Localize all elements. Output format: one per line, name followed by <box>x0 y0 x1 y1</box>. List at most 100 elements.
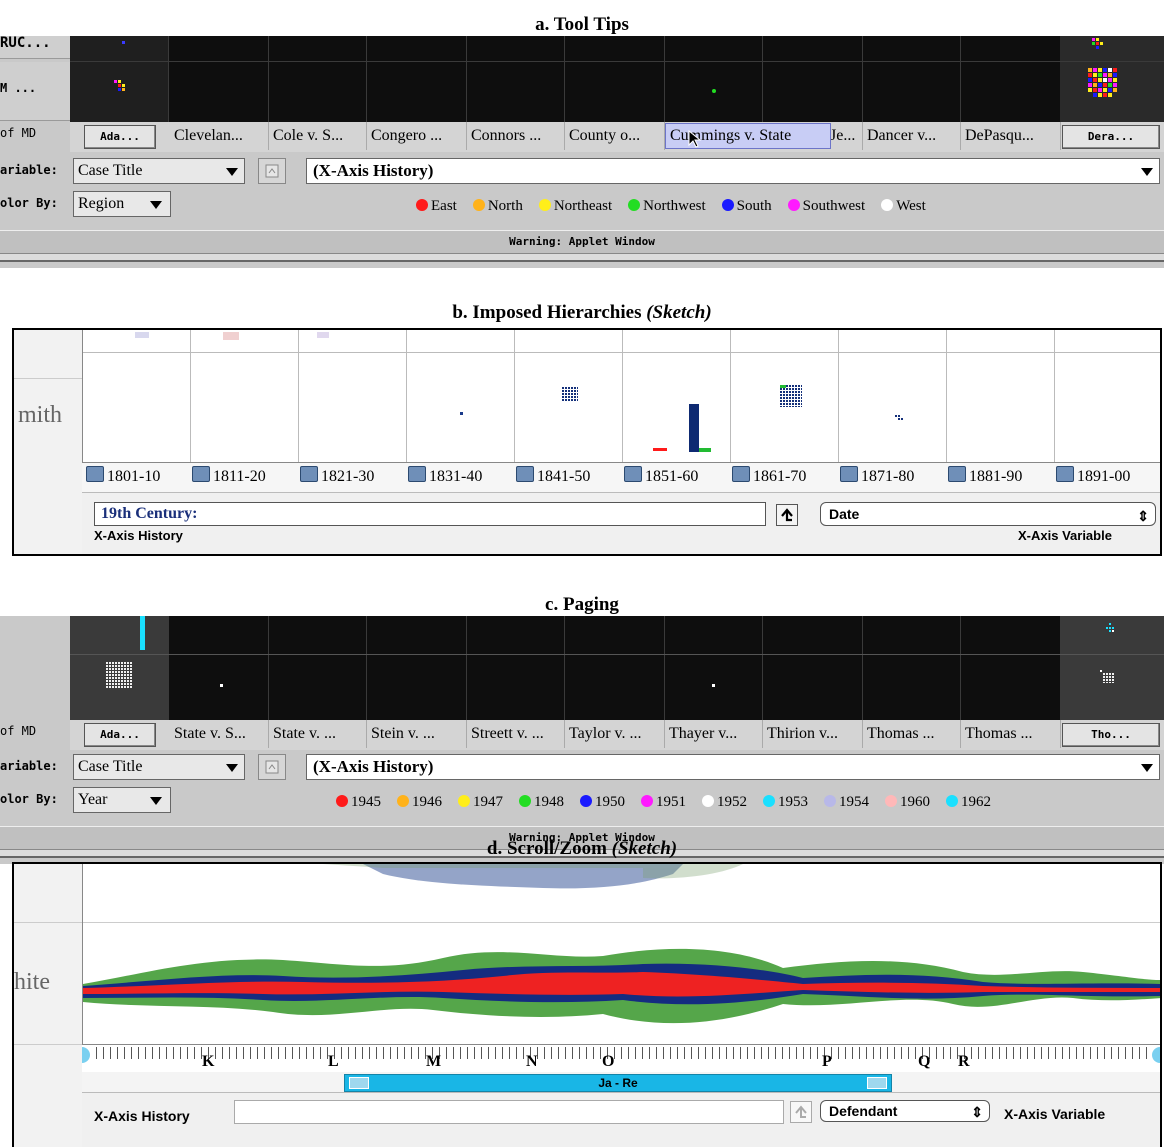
column-label[interactable]: Clevelan... <box>170 122 269 150</box>
row-label-of-md: of MD <box>0 122 70 146</box>
column-label[interactable]: Thirion v... <box>763 720 863 748</box>
panel-c-applet: of MD Ada... State v. S... State v. ... … <box>0 616 1164 864</box>
year-folder[interactable]: 1841-50 <box>516 464 590 490</box>
history-field[interactable]: 19th Century: <box>94 502 766 526</box>
history-field[interactable]: (X-Axis History) <box>306 158 1160 184</box>
legend-item[interactable]: 1945 <box>336 794 381 810</box>
cell-grid-a[interactable] <box>70 36 1164 122</box>
variable-label: X-Axis Variable <box>1004 1106 1106 1122</box>
variable-select[interactable]: Case Title <box>73 754 245 780</box>
legend-item[interactable]: 1953 <box>763 794 808 810</box>
column-label[interactable]: Stein v. ... <box>367 720 467 748</box>
applet-bottom-edge <box>0 253 1164 262</box>
legend-item[interactable]: North <box>472 198 523 214</box>
column-label[interactable]: Je... <box>826 122 863 150</box>
history-field[interactable] <box>234 1100 784 1124</box>
panel-a-title: a. Tool Tips <box>535 14 629 35</box>
ruler-letter: R <box>958 1053 970 1070</box>
color-by-select[interactable]: Region <box>73 191 171 217</box>
column-label[interactable]: County o... <box>565 122 665 150</box>
column-label[interactable]: Taylor v. ... <box>565 720 665 748</box>
legend-item[interactable]: Northeast <box>538 198 612 214</box>
legend-item[interactable]: West <box>881 198 926 214</box>
legend-item[interactable]: 1951 <box>641 794 686 810</box>
legend-item[interactable]: 1948 <box>519 794 564 810</box>
data-cluster <box>114 80 128 94</box>
column-label[interactable]: State v. ... <box>269 720 367 748</box>
legend-item[interactable]: Northwest <box>628 198 706 214</box>
data-cluster <box>562 387 578 401</box>
year-folder[interactable]: 1821-30 <box>300 464 374 490</box>
column-label[interactable]: Ada... <box>84 125 156 149</box>
cell-grid-b[interactable] <box>82 330 1160 462</box>
variable-select[interactable]: Date ⇕ <box>820 502 1156 526</box>
legend-item[interactable]: 1946 <box>397 794 442 810</box>
year-folder[interactable]: 1891-00 <box>1056 464 1130 490</box>
stream-view[interactable] <box>82 864 1160 1044</box>
color-by-select[interactable]: Year <box>73 787 171 813</box>
variable-select-value: Case Title <box>78 162 143 179</box>
chevron-down-icon[interactable] <box>1141 764 1153 772</box>
chevron-down-icon[interactable] <box>1141 168 1153 176</box>
legend-item[interactable]: 1947 <box>458 794 503 810</box>
year-folder[interactable]: 1861-70 <box>732 464 806 490</box>
ruler[interactable]: K L M N O P Q R <box>82 1044 1160 1073</box>
column-label[interactable]: Dera... <box>1062 125 1160 149</box>
legend-item[interactable]: 1950 <box>580 794 625 810</box>
row-header-column <box>14 330 82 554</box>
range-slider[interactable]: Ja - Re <box>344 1074 892 1092</box>
column-label[interactable]: Thayer v... <box>665 720 763 748</box>
column-label[interactable]: Ada... <box>84 723 156 747</box>
color-by-select-value: Region <box>78 195 125 212</box>
legend-item[interactable]: 1954 <box>824 794 869 810</box>
up-down-arrows-icon: ⇕ <box>1137 508 1149 524</box>
color-by-select-value: Year <box>78 791 108 808</box>
variable-select[interactable]: Case Title <box>73 158 245 184</box>
column-label[interactable]: Congero ... <box>367 122 467 150</box>
stream-graph <box>83 864 1160 1024</box>
history-up-button[interactable] <box>258 754 286 780</box>
column-label[interactable]: DePasqu... <box>961 122 1061 150</box>
data-cluster <box>1106 620 1116 632</box>
column-label[interactable]: Connors ... <box>467 122 565 150</box>
variable-select[interactable]: Defendant ⇕ <box>820 1100 990 1122</box>
legend-item[interactable]: South <box>721 198 772 214</box>
year-folder[interactable]: 1801-10 <box>86 464 160 490</box>
panel-b-title-suffix: (Sketch) <box>646 302 712 323</box>
history-up-button[interactable] <box>776 504 798 526</box>
chevron-down-icon <box>150 797 162 805</box>
legend-dot-icon <box>538 199 551 211</box>
history-label: X-Axis History <box>94 1108 190 1124</box>
history-field[interactable]: (X-Axis History) <box>306 754 1160 780</box>
column-label[interactable]: Dancer v... <box>863 122 961 150</box>
column-label[interactable]: Streett v. ... <box>467 720 565 748</box>
legend-item[interactable]: Southwest <box>787 198 865 214</box>
folder-icon <box>840 466 858 482</box>
column-label[interactable]: State v. S... <box>170 720 269 748</box>
history-up-button[interactable] <box>790 1101 812 1123</box>
column-label[interactable]: Thomas ... <box>961 720 1061 748</box>
row-label-ruc[interactable]: RUC... <box>0 36 70 59</box>
column-label[interactable]: Thomas ... <box>863 720 961 748</box>
year-folder[interactable]: 1811-20 <box>192 464 266 490</box>
column-label[interactable]: Cole v. S... <box>269 122 367 150</box>
history-up-button[interactable] <box>258 158 286 184</box>
data-point <box>220 684 223 687</box>
legend-item[interactable]: 1952 <box>702 794 747 810</box>
mouse-cursor-icon <box>688 129 702 153</box>
history-field-value: (X-Axis History) <box>313 161 434 180</box>
year-folder[interactable]: 1831-40 <box>408 464 482 490</box>
year-folder[interactable]: 1851-60 <box>624 464 698 490</box>
data-cluster <box>1088 68 1122 102</box>
ruler-ticks <box>82 1047 1160 1063</box>
row-header-column <box>14 864 82 1147</box>
legend-item[interactable]: East <box>416 198 457 214</box>
column-label[interactable]: Tho... <box>1062 723 1160 747</box>
year-folder[interactable]: 1881-90 <box>948 464 1022 490</box>
legend-item[interactable]: 1960 <box>885 794 930 810</box>
legend-item[interactable]: 1962 <box>946 794 991 810</box>
variable-row: ariable: Case Title (X-Axis History) <box>0 156 1164 186</box>
year-folder[interactable]: 1871-80 <box>840 464 914 490</box>
row-label-m[interactable]: M ... <box>0 62 70 121</box>
cell-grid-c[interactable] <box>70 616 1164 720</box>
